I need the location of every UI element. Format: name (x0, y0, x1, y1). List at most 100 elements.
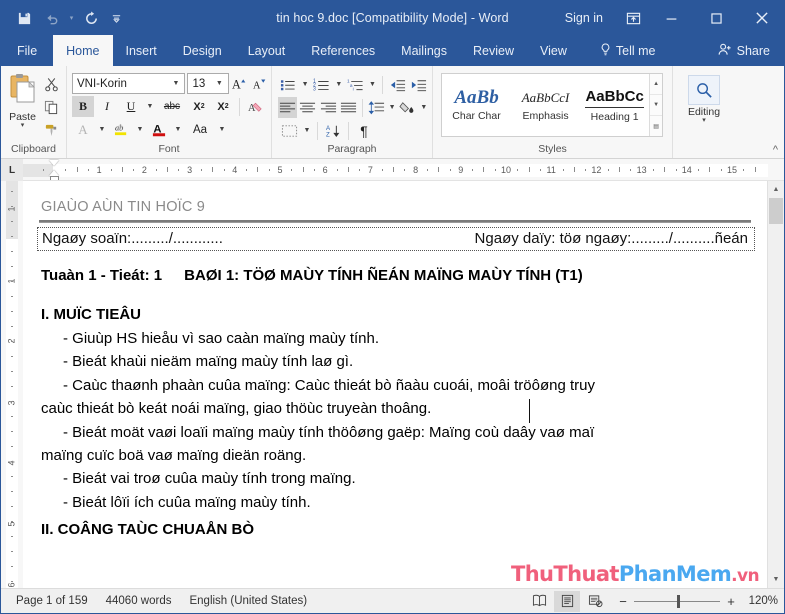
bullets-dropdown-icon[interactable]: ▼ (300, 81, 311, 88)
tab-file[interactable]: File (1, 35, 54, 66)
underline-button[interactable]: U (120, 96, 142, 117)
tab-references[interactable]: References (298, 35, 388, 66)
decrease-indent-button[interactable] (387, 74, 408, 95)
align-right-button[interactable] (318, 97, 337, 118)
multilevel-list-button[interactable]: 1ai (345, 74, 366, 95)
zoom-track[interactable] (634, 594, 720, 608)
share-button[interactable]: Share (704, 35, 784, 66)
style-item-heading-1[interactable]: AaBbCc Heading 1 (580, 74, 649, 136)
editing-dropdown-icon[interactable]: ▾ (702, 117, 706, 124)
line-spacing-button[interactable] (367, 97, 386, 118)
save-icon[interactable] (11, 6, 37, 30)
ribbon-display-options-icon[interactable] (617, 1, 649, 35)
shrink-font-button[interactable]: A (250, 73, 268, 94)
document-page[interactable]: GIAÙO AÙN TIN HOÏC 9 Ngaøy soaïn:.......… (23, 181, 767, 588)
italic-button[interactable]: I (96, 96, 118, 117)
borders-button[interactable] (278, 120, 300, 141)
justify-button[interactable] (339, 97, 358, 118)
zoom-handle[interactable] (677, 594, 680, 608)
tell-me-box[interactable]: Tell me (588, 35, 668, 66)
subscript-button[interactable]: X2 (188, 96, 210, 117)
show-formatting-marks-button[interactable]: ¶ (353, 120, 375, 141)
web-layout-icon[interactable] (582, 591, 608, 612)
font-color-dropdown-icon[interactable]: ▼ (172, 126, 184, 133)
shading-dropdown-icon[interactable]: ▼ (419, 104, 429, 111)
document-body[interactable]: Tuaàn 1 - Tieát: 1 BAØI 1: TÖØ MAÙY TÍNH … (23, 265, 767, 542)
increase-indent-button[interactable] (409, 74, 430, 95)
styles-scroll-down-icon[interactable]: ▼ (650, 95, 662, 116)
page-indicator[interactable]: Page 1 of 159 (7, 595, 97, 607)
borders-dropdown-icon[interactable]: ▼ (301, 127, 313, 134)
underline-dropdown-icon[interactable]: ▼ (144, 103, 156, 110)
multilevel-dropdown-icon[interactable]: ▼ (367, 81, 378, 88)
line-spacing-dropdown-icon[interactable]: ▼ (387, 104, 397, 111)
text-highlight-button[interactable]: ab (110, 119, 132, 140)
cut-button[interactable] (40, 74, 62, 94)
grow-font-button[interactable]: A (231, 73, 249, 94)
scroll-down-icon[interactable]: ▼ (768, 571, 784, 588)
read-mode-icon[interactable] (526, 591, 552, 612)
numbering-button[interactable]: 123 (312, 74, 333, 95)
left-indent-marker[interactable] (50, 176, 59, 180)
customize-qat-icon[interactable] (106, 6, 126, 30)
styles-more-icon[interactable]: ▤ (650, 116, 662, 136)
styles-scroll-up-icon[interactable]: ▲ (650, 74, 662, 95)
redo-icon[interactable] (78, 6, 104, 30)
change-case-button[interactable]: Aa (186, 119, 214, 140)
first-line-indent-marker[interactable] (49, 160, 59, 166)
minimize-button[interactable] (649, 1, 694, 35)
zoom-level-label[interactable]: 120% (744, 595, 778, 607)
format-painter-button[interactable] (40, 120, 62, 140)
style-item-char-char[interactable]: AaBb Char Char (442, 74, 511, 136)
sort-button[interactable]: AZ (322, 120, 344, 141)
zoom-slider[interactable]: − + (618, 594, 736, 609)
horizontal-ruler[interactable]: 1 2 3 4 5 6 7 8 9 10 11 12 13 14 15 (23, 159, 784, 180)
clear-formatting-button[interactable]: A (245, 96, 267, 117)
tab-insert[interactable]: Insert (113, 35, 170, 66)
paste-dropdown-icon[interactable]: ▾ (21, 122, 25, 129)
superscript-button[interactable]: X2 (212, 96, 234, 117)
strikethrough-button[interactable]: abc (158, 96, 186, 117)
paste-button[interactable]: Paste ▾ (5, 71, 40, 129)
sign-in-button[interactable]: Sign in (551, 1, 617, 35)
bold-button[interactable]: B (72, 96, 94, 117)
tab-mailings[interactable]: Mailings (388, 35, 460, 66)
style-item-emphasis[interactable]: AaBbCcI Emphasis (511, 74, 580, 136)
editing-button[interactable]: Editing ▾ (677, 71, 731, 124)
tab-home[interactable]: Home (53, 35, 113, 66)
tab-review[interactable]: Review (460, 35, 527, 66)
font-name-combo[interactable]: VNI-Korin ▼ (72, 73, 186, 94)
copy-button[interactable] (40, 97, 62, 117)
word-count[interactable]: 44060 words (97, 595, 181, 607)
tab-view[interactable]: View (527, 35, 580, 66)
language-indicator[interactable]: English (United States) (180, 595, 316, 607)
scrollbar-track[interactable] (768, 198, 784, 571)
numbering-dropdown-icon[interactable]: ▼ (333, 81, 344, 88)
collapse-ribbon-icon[interactable]: ^ (773, 144, 778, 156)
zoom-in-button[interactable]: + (726, 594, 736, 609)
tab-layout[interactable]: Layout (235, 35, 299, 66)
vertical-ruler[interactable]: 11234567 (1, 181, 23, 588)
tab-stop-selector[interactable]: L (1, 159, 23, 181)
maximize-button[interactable] (694, 1, 739, 35)
text-effects-dropdown-icon[interactable]: ▼ (96, 126, 108, 133)
zoom-out-button[interactable]: − (618, 594, 628, 609)
font-color-button[interactable]: A (148, 119, 170, 140)
lightbulb-icon (600, 42, 611, 59)
undo-icon[interactable] (39, 6, 65, 30)
tab-design[interactable]: Design (170, 35, 235, 66)
undo-dropdown-icon[interactable]: ▾ (67, 6, 76, 30)
align-left-button[interactable] (278, 97, 298, 118)
highlight-dropdown-icon[interactable]: ▼ (134, 126, 146, 133)
shading-button[interactable] (398, 97, 417, 118)
text-effects-button[interactable]: A (72, 119, 94, 140)
vertical-scrollbar[interactable]: ▲ ▼ (767, 181, 784, 588)
change-case-dropdown-icon[interactable]: ▼ (216, 126, 228, 133)
align-center-button[interactable] (298, 97, 317, 118)
font-size-combo[interactable]: 13 ▼ (187, 73, 229, 94)
scrollbar-thumb[interactable] (769, 198, 783, 224)
print-layout-icon[interactable] (554, 590, 580, 612)
scroll-up-icon[interactable]: ▲ (768, 181, 784, 198)
bullets-button[interactable] (278, 74, 299, 95)
close-button[interactable] (739, 1, 784, 35)
